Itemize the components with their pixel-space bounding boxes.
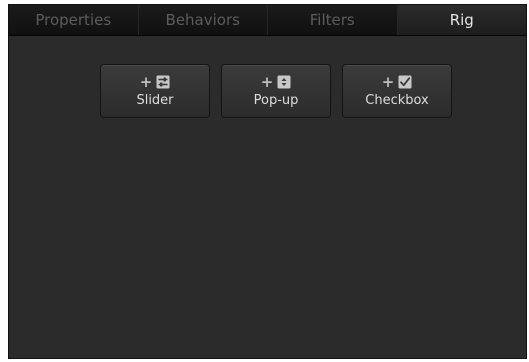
add-slider-glyphs: + [140, 74, 171, 90]
plus-icon: + [381, 73, 395, 91]
inspector-panel: Properties Behaviors Filters Rig + Slide… [8, 4, 527, 359]
slider-icon [156, 75, 170, 89]
add-slider-button[interactable]: + Slider [100, 64, 210, 118]
tab-filters[interactable]: Filters [268, 5, 398, 35]
popup-label: Pop-up [253, 93, 299, 108]
add-popup-button[interactable]: + Pop-up [221, 64, 331, 118]
plus-icon: + [260, 73, 274, 91]
tab-behaviors[interactable]: Behaviors [139, 5, 268, 35]
inspector-tab-bar: Properties Behaviors Filters Rig [9, 5, 526, 36]
plus-icon: + [139, 73, 153, 91]
checkbox-icon [398, 75, 412, 89]
checkbox-label: Checkbox [365, 93, 429, 108]
popup-icon [277, 75, 291, 89]
tab-rig[interactable]: Rig [397, 5, 526, 35]
slider-label: Slider [136, 93, 174, 108]
add-checkbox-glyphs: + [382, 74, 413, 90]
tab-properties[interactable]: Properties [9, 5, 139, 35]
add-popup-glyphs: + [261, 74, 292, 90]
rig-widget-buttons: + Slider + Pop-up + Checkbox [100, 64, 452, 118]
add-checkbox-button[interactable]: + Checkbox [342, 64, 452, 118]
